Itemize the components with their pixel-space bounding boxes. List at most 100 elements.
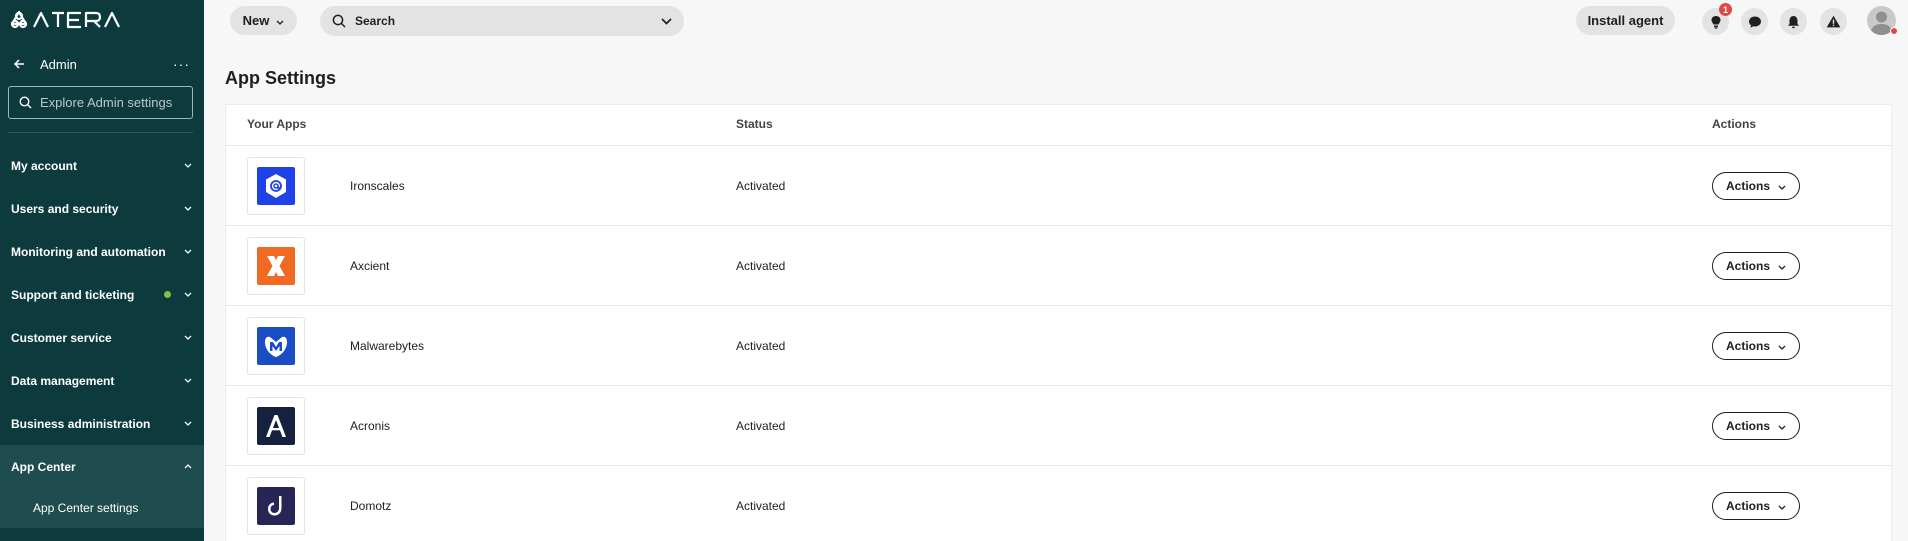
back-arrow-icon[interactable]: [10, 55, 28, 73]
app-name: Domotz: [350, 499, 392, 513]
sidebar-subitem-app-center-settings[interactable]: App Center settings: [0, 488, 204, 528]
sidebar-item-my-account[interactable]: My account: [0, 144, 204, 187]
atera-logo[interactable]: [10, 10, 122, 30]
sidebar-spacer: [0, 528, 204, 538]
global-search-input[interactable]: [355, 14, 645, 28]
axcient-x-icon: [257, 247, 295, 285]
global-search[interactable]: [320, 6, 684, 36]
search-icon: [332, 14, 346, 28]
lightbulb-icon: [1711, 15, 1720, 28]
chevron-down-icon: [1778, 179, 1786, 193]
table-row: Acronis Activated Actions: [226, 386, 1891, 466]
app-name: Axcient: [350, 259, 390, 273]
app-status: Activated: [736, 259, 786, 273]
app-logo-axcient: [247, 237, 305, 295]
app-logo-malwarebytes: [247, 317, 305, 375]
domotz-d-icon: [257, 487, 295, 525]
sidebar-divider: [8, 132, 193, 133]
sidebar-item-label: My account: [11, 158, 78, 173]
sidebar-item-label: Business administration: [11, 416, 151, 431]
chevron-down-icon: [183, 204, 193, 214]
sidebar-item-monitoring-and-automation[interactable]: Monitoring and automation: [0, 230, 204, 273]
column-header-actions: Actions: [1712, 117, 1757, 131]
actions-button-label: Actions: [1725, 419, 1770, 433]
sidebar-item-business-administration[interactable]: Business administration: [0, 402, 204, 445]
actions-button-label: Actions: [1725, 179, 1770, 193]
sidebar-item-app-center[interactable]: App Center: [0, 445, 204, 488]
malwarebytes-m-icon: [257, 327, 295, 365]
table-header: Your Apps Status Actions: [226, 105, 1891, 146]
search-icon: [19, 96, 32, 109]
notifications-button[interactable]: [1780, 8, 1807, 35]
sidebar-item-label: App Center: [11, 459, 76, 474]
app-logo-domotz: [247, 477, 305, 535]
email-shield-icon: [257, 167, 295, 205]
chat-button[interactable]: [1741, 8, 1768, 35]
actions-button-label: Actions: [1725, 499, 1770, 513]
sidebar-item-label: Users and security: [11, 201, 119, 216]
alerts-button[interactable]: [1820, 8, 1847, 35]
chevron-down-icon: [183, 247, 193, 257]
chevron-down-icon: [1778, 419, 1786, 433]
chevron-down-icon[interactable]: [661, 12, 672, 30]
install-agent-button[interactable]: Install agent: [1576, 6, 1675, 35]
admin-settings-search-input[interactable]: [40, 95, 180, 110]
chevron-down-icon: [183, 290, 193, 300]
actions-button-label: Actions: [1725, 339, 1770, 353]
table-row: Domotz Activated Actions: [226, 466, 1891, 541]
status-dot: [164, 291, 171, 298]
actions-button[interactable]: Actions: [1712, 332, 1800, 360]
sidebar-item-data-management[interactable]: Data management: [0, 359, 204, 402]
actions-button[interactable]: Actions: [1712, 492, 1800, 520]
top-bar: New Install agent 1: [204, 0, 1908, 40]
actions-button-label: Actions: [1725, 259, 1770, 273]
page-title: App Settings: [225, 68, 336, 88]
app-name: Acronis: [350, 419, 391, 433]
app-status: Activated: [736, 419, 786, 433]
chevron-down-icon: [276, 13, 284, 28]
sidebar-item-label: Monitoring and automation: [11, 244, 166, 259]
actions-button[interactable]: Actions: [1712, 252, 1800, 280]
actions-button[interactable]: Actions: [1712, 172, 1800, 200]
sidebar-item-customer-service[interactable]: Customer service: [0, 316, 204, 359]
admin-title: Admin: [40, 56, 77, 72]
notification-badge: 1: [1719, 3, 1732, 16]
chevron-down-icon: [183, 333, 193, 343]
atera-logo-icon: [10, 10, 120, 29]
chevron-down-icon: [1778, 499, 1786, 513]
admin-header: Admin ···: [0, 50, 204, 78]
admin-menu: My account Users and security Monitoring…: [0, 144, 204, 538]
new-button-label: New: [242, 13, 270, 28]
chevron-down-icon: [1778, 339, 1786, 353]
chevron-down-icon: [1778, 259, 1786, 273]
chevron-down-icon: [183, 376, 193, 386]
app-status: Activated: [736, 179, 786, 193]
new-button[interactable]: New: [230, 6, 297, 35]
bell-icon: [1788, 15, 1799, 28]
sidebar: Admin ··· My account Users and security …: [0, 0, 204, 541]
tips-button[interactable]: 1: [1702, 3, 1732, 35]
app-status: Activated: [736, 499, 786, 513]
sidebar-item-label: Data management: [11, 373, 115, 388]
more-options-icon[interactable]: ···: [173, 57, 190, 71]
app-logo-acronis: [247, 397, 305, 455]
sidebar-item-label: Support and ticketing: [11, 287, 135, 302]
table-row: Ironscales Activated Actions: [226, 146, 1891, 226]
column-header-status: Status: [736, 117, 773, 131]
app-name: Ironscales: [350, 179, 405, 193]
chevron-up-icon: [183, 462, 193, 472]
sidebar-item-support-and-ticketing[interactable]: Support and ticketing: [0, 273, 204, 316]
app-name: Malwarebytes: [350, 339, 425, 353]
chevron-down-icon: [183, 161, 193, 171]
sidebar-item-users-and-security[interactable]: Users and security: [0, 187, 204, 230]
column-header-your-apps: Your Apps: [247, 117, 307, 131]
acronis-a-icon: [257, 407, 295, 445]
table-row: Malwarebytes Activated Actions: [226, 306, 1891, 386]
table-row: Axcient Activated Actions: [226, 226, 1891, 306]
actions-button[interactable]: Actions: [1712, 412, 1800, 440]
warning-icon: [1826, 15, 1841, 28]
admin-settings-search[interactable]: [8, 86, 193, 119]
app-logo-ironscales: [247, 157, 305, 215]
chat-bubble-icon: [1748, 16, 1761, 28]
avatar-status-dot: [1890, 27, 1898, 35]
